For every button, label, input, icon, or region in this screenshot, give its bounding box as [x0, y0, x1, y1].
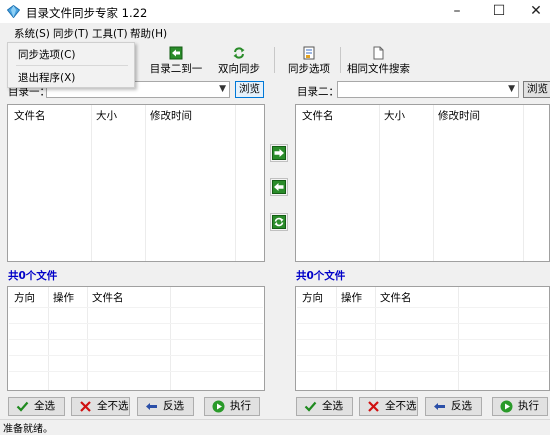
checkmark-icon [304, 401, 317, 412]
dir2-to-dir1-button[interactable]: 目录二到一 [148, 46, 204, 76]
column-header-operation[interactable]: 操作 [53, 290, 74, 305]
invert-icon [434, 403, 445, 410]
cross-icon [80, 401, 91, 412]
browse-dir2-button[interactable]: 浏览 [523, 81, 550, 98]
execute-label: 执行 [518, 400, 539, 412]
arrow-left-icon [272, 180, 286, 194]
same-file-search-label: 相同文件搜索 [347, 63, 410, 75]
left-task-list[interactable]: 方向 操作 文件名 [7, 286, 265, 391]
left-file-count: 共0个文件 [8, 270, 58, 282]
column-header-direction[interactable]: 方向 [14, 290, 35, 305]
right-file-list[interactable]: 文件名 大小 修改时间 [295, 104, 550, 262]
column-divider [145, 105, 146, 261]
left-file-list[interactable]: 文件名 大小 修改时间 [7, 104, 265, 262]
column-divider [235, 105, 236, 261]
grid-line [9, 339, 263, 340]
sync-options-button[interactable]: 同步选项 [286, 46, 332, 76]
grid-line [9, 355, 263, 356]
column-divider [91, 105, 92, 261]
select-none-label: 全不选 [97, 400, 129, 412]
select-all-label: 全选 [322, 400, 343, 412]
column-header-filename[interactable]: 文件名 [92, 290, 124, 305]
column-header-filename[interactable]: 文件名 [14, 108, 46, 123]
menu-item-exit[interactable]: 退出程序(X) [18, 70, 75, 85]
document-icon [373, 46, 384, 60]
column-header-operation[interactable]: 操作 [341, 290, 362, 305]
column-header-filename[interactable]: 文件名 [380, 290, 412, 305]
grid-line [9, 323, 263, 324]
grid-line [297, 371, 548, 372]
left-select-all-button[interactable]: 全选 [8, 397, 65, 416]
sync-both-button[interactable] [270, 213, 288, 231]
system-menu-dropdown: 同步选项(C) 退出程序(X) [7, 42, 135, 88]
menu-sync[interactable]: 同步(T) [53, 26, 89, 41]
column-header-size[interactable]: 大小 [96, 108, 117, 123]
options-icon [303, 46, 315, 60]
two-way-sync-label: 双向同步 [218, 63, 260, 75]
execute-label: 执行 [230, 400, 251, 412]
menu-item-sync-options[interactable]: 同步选项(C) [18, 47, 76, 62]
invert-label: 反选 [163, 400, 184, 412]
right-invert-selection-button[interactable]: 反选 [425, 397, 482, 416]
grid-line [297, 307, 548, 308]
column-header-size[interactable]: 大小 [384, 108, 405, 123]
menu-tools[interactable]: 工具(T) [92, 26, 128, 41]
chevron-down-icon[interactable]: ▼ [508, 84, 515, 94]
play-icon [212, 400, 225, 413]
close-icon[interactable]: ✕ [513, 0, 550, 23]
toolbar-separator [340, 47, 341, 73]
left-execute-button[interactable]: 执行 [204, 397, 260, 416]
right-select-none-button[interactable]: 全不选 [359, 397, 418, 416]
invert-icon [146, 403, 157, 410]
grid-line [297, 355, 548, 356]
menu-help[interactable]: 帮助(H) [130, 26, 167, 41]
minimize-icon[interactable]: – [434, 0, 480, 23]
chevron-down-icon[interactable]: ▼ [219, 84, 226, 94]
copy-right-button[interactable] [270, 144, 288, 162]
menu-system[interactable]: 系统(S) [14, 26, 50, 41]
right-task-list[interactable]: 方向 操作 文件名 [295, 286, 550, 391]
arrow-left-icon [169, 46, 183, 60]
checkmark-icon [16, 401, 29, 412]
sync-options-label: 同步选项 [288, 63, 330, 75]
copy-left-button[interactable] [270, 178, 288, 196]
sync-icon [272, 215, 286, 229]
play-icon [500, 400, 513, 413]
column-divider [379, 105, 380, 261]
invert-label: 反选 [451, 400, 472, 412]
window-title: 目录文件同步专家 1.22 [26, 6, 148, 20]
menu-separator [16, 65, 128, 66]
right-execute-button[interactable]: 执行 [492, 397, 548, 416]
dir2-combobox[interactable]: ▼ [337, 81, 519, 98]
left-select-none-button[interactable]: 全不选 [71, 397, 130, 416]
select-none-label: 全不选 [385, 400, 417, 412]
column-header-modified[interactable]: 修改时间 [150, 108, 192, 123]
arrow-right-icon [272, 146, 286, 160]
column-divider [433, 105, 434, 261]
column-header-direction[interactable]: 方向 [302, 290, 323, 305]
select-all-label: 全选 [34, 400, 55, 412]
sync-icon [233, 47, 245, 59]
grid-line [9, 307, 263, 308]
column-header-modified[interactable]: 修改时间 [438, 108, 480, 123]
grid-line [297, 323, 548, 324]
left-invert-selection-button[interactable]: 反选 [137, 397, 194, 416]
same-file-search-button[interactable]: 相同文件搜索 [347, 46, 410, 76]
right-file-count: 共0个文件 [296, 270, 346, 282]
column-divider [523, 105, 524, 261]
browse-dir1-button[interactable]: 浏览 [235, 81, 264, 98]
dir2-label: 目录二： [297, 86, 339, 98]
app-logo-icon [7, 5, 20, 18]
status-bar [0, 419, 550, 433]
toolbar-separator [274, 47, 275, 73]
column-header-filename[interactable]: 文件名 [302, 108, 334, 123]
grid-line [297, 339, 548, 340]
grid-line [9, 371, 263, 372]
right-select-all-button[interactable]: 全选 [296, 397, 353, 416]
cross-icon [368, 401, 379, 412]
two-way-sync-button[interactable]: 双向同步 [215, 46, 263, 76]
dir2-to-dir1-label: 目录二到一 [149, 63, 203, 75]
